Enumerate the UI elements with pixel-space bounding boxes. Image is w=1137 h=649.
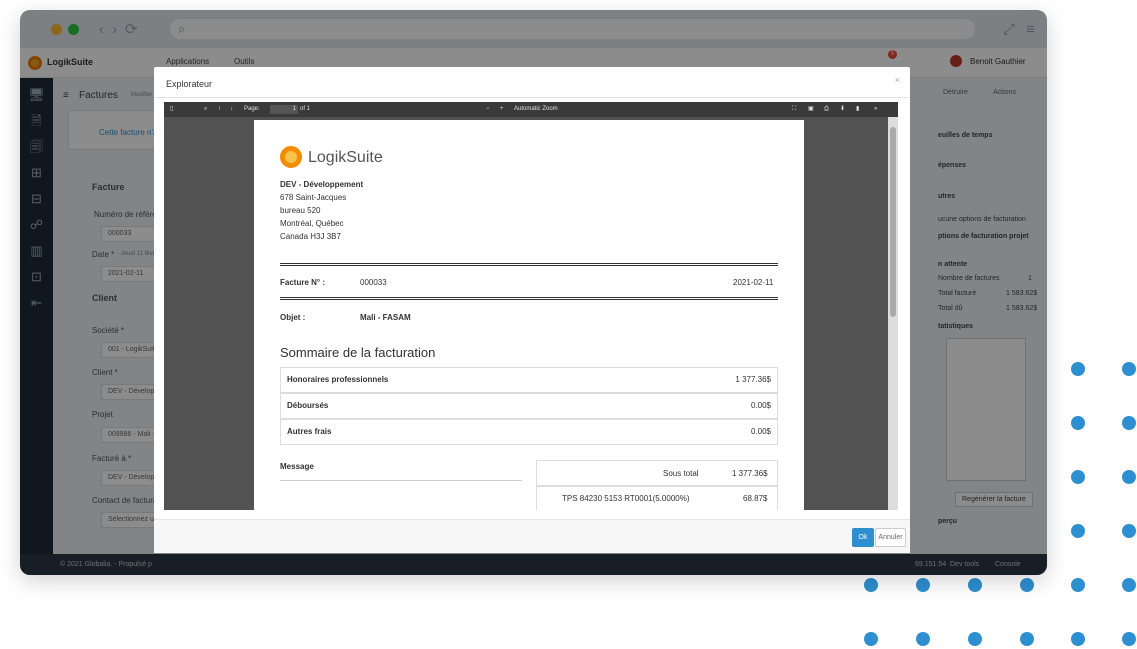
dot xyxy=(864,632,878,646)
dot xyxy=(1122,578,1136,592)
summary-row: Honoraires professionnels 1 377.36$ xyxy=(280,367,778,393)
facture-label: Facture N° : xyxy=(280,278,325,287)
explorer-modal: Explorateur × ▯ ⌕ ↑ ↓ Page: 1 of 1 − + A… xyxy=(154,67,910,553)
previous-page-icon[interactable]: ↑ xyxy=(218,102,221,117)
page-of: of 1 xyxy=(300,106,311,112)
dot xyxy=(1071,470,1085,484)
dot xyxy=(1122,416,1136,430)
row-label: Autres frais xyxy=(287,427,332,436)
download-icon[interactable]: ⬇ xyxy=(840,102,845,117)
invoice-addr1: 678 Saint-Jacques xyxy=(280,193,347,202)
message-label: Message xyxy=(280,462,314,471)
tps-value: 68.87$ xyxy=(743,494,768,503)
dot xyxy=(1020,578,1034,592)
row-value: 1 377.36$ xyxy=(735,375,771,384)
tps-label: TPS 84230 5153 RT0001(5.0000%) xyxy=(562,494,690,503)
print-icon[interactable]: ⎙ xyxy=(824,102,829,117)
dot xyxy=(916,632,930,646)
dot xyxy=(1122,362,1136,376)
page-label: Page: xyxy=(244,106,260,112)
zoom-select[interactable]: Automatic Zoom xyxy=(514,102,558,117)
row-label: Déboursés xyxy=(287,401,329,410)
dot xyxy=(1071,416,1085,430)
pdf-scrollbar[interactable] xyxy=(888,117,898,510)
tools-icon[interactable]: » xyxy=(874,102,877,117)
invoice-addr2: bureau 520 xyxy=(280,206,321,215)
ok-button[interactable]: Ok xyxy=(852,528,874,547)
row-label: Honoraires professionnels xyxy=(287,375,389,384)
row-value: 0.00$ xyxy=(750,427,771,436)
invoice-addr4: Canada H3J 3B7 xyxy=(280,232,341,241)
modal-footer: Ok Annuler xyxy=(154,519,910,553)
dot xyxy=(916,578,930,592)
dot xyxy=(1071,632,1085,646)
bookmark-icon[interactable]: ▮ xyxy=(856,102,859,117)
zoom-in-icon[interactable]: + xyxy=(500,102,504,117)
dot xyxy=(968,578,982,592)
facture-number: 000033 xyxy=(360,278,387,287)
objet-label: Objet : xyxy=(280,313,306,322)
invoice-logo: LogikSuite xyxy=(308,149,383,166)
sous-total-value: 1 377.36$ xyxy=(732,469,768,478)
browser-window: ‹ › ⟳ ⌕ ⤢ ≡ LogikSuite Applications Outi… xyxy=(20,10,1047,575)
close-icon[interactable]: × xyxy=(895,75,900,85)
pdf-toolbar: ▯ ⌕ ↑ ↓ Page: 1 of 1 − + Automatic Zoom … xyxy=(164,102,898,117)
pdf-viewer[interactable]: LogikSuite DEV - Développement 678 Saint… xyxy=(164,117,898,510)
next-page-icon[interactable]: ↓ xyxy=(230,102,233,117)
sommaire-title: Sommaire de la facturation xyxy=(280,345,436,360)
objet-value: Mali - FASAM xyxy=(360,313,411,322)
dot xyxy=(864,578,878,592)
divider xyxy=(280,297,778,300)
dot xyxy=(968,632,982,646)
annuler-button[interactable]: Annuler xyxy=(875,528,906,547)
summary-row: Déboursés 0.00$ xyxy=(280,393,778,419)
search-icon[interactable]: ⌕ xyxy=(204,102,207,117)
divider xyxy=(280,263,778,266)
dot xyxy=(1071,578,1085,592)
invoice-page: LogikSuite DEV - Développement 678 Saint… xyxy=(254,120,804,510)
modal-header: Explorateur × xyxy=(154,67,910,98)
dot xyxy=(1071,362,1085,376)
dot xyxy=(1122,632,1136,646)
invoice-client-name: DEV - Développement xyxy=(280,180,364,189)
modal-title: Explorateur xyxy=(166,79,213,89)
invoice-logo-icon xyxy=(280,146,302,168)
sous-total-label: Sous total xyxy=(663,469,699,478)
dot xyxy=(1020,632,1034,646)
dot xyxy=(1122,470,1136,484)
dot xyxy=(1122,524,1136,538)
page-number-input[interactable]: 1 xyxy=(270,105,298,114)
row-value: 0.00$ xyxy=(750,401,771,410)
zoom-out-icon[interactable]: − xyxy=(486,102,490,117)
summary-row: Autres frais 0.00$ xyxy=(280,419,778,445)
sidebar-toggle-icon[interactable]: ▯ xyxy=(170,102,173,117)
invoice-addr3: Montréal, Québec xyxy=(280,219,344,228)
facture-date: 2021-02-11 xyxy=(733,278,774,287)
open-file-icon[interactable]: ▣ xyxy=(808,102,814,117)
fullscreen-icon[interactable]: ⛶ xyxy=(792,102,796,117)
dot xyxy=(1071,524,1085,538)
